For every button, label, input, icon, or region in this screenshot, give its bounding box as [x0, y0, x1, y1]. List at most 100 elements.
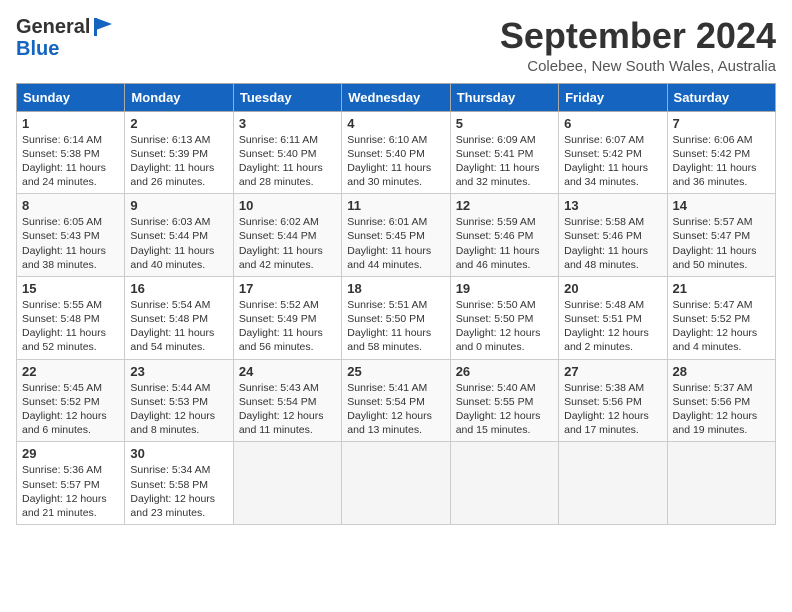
day-number: 8 — [22, 198, 119, 213]
day-number: 1 — [22, 116, 119, 131]
sunrise-line: Sunrise: 5:55 AM — [22, 298, 119, 312]
calendar-cell: 3Sunrise: 6:11 AMSunset: 5:40 PMDaylight… — [233, 111, 341, 194]
sunrise-line: Sunrise: 5:38 AM — [564, 381, 661, 395]
day-number: 29 — [22, 446, 119, 461]
sunset-line: Sunset: 5:39 PM — [130, 147, 227, 161]
week-row-1: 1Sunrise: 6:14 AMSunset: 5:38 PMDaylight… — [17, 111, 776, 194]
sunset-line: Sunset: 5:42 PM — [673, 147, 770, 161]
week-row-4: 22Sunrise: 5:45 AMSunset: 5:52 PMDayligh… — [17, 359, 776, 442]
sunrise-line: Sunrise: 6:09 AM — [456, 133, 553, 147]
sunset-line: Sunset: 5:55 PM — [456, 395, 553, 409]
col-header-friday: Friday — [559, 83, 667, 111]
day-number: 14 — [673, 198, 770, 213]
sunrise-line: Sunrise: 6:01 AM — [347, 215, 444, 229]
sunset-line: Sunset: 5:57 PM — [22, 478, 119, 492]
sunrise-line: Sunrise: 6:10 AM — [347, 133, 444, 147]
daylight-line: Daylight: 11 hours and 46 minutes. — [456, 244, 553, 272]
calendar-cell: 13Sunrise: 5:58 AMSunset: 5:46 PMDayligh… — [559, 194, 667, 277]
sunrise-line: Sunrise: 5:59 AM — [456, 215, 553, 229]
daylight-line: Daylight: 12 hours and 8 minutes. — [130, 409, 227, 437]
day-number: 26 — [456, 364, 553, 379]
sunrise-line: Sunrise: 5:57 AM — [673, 215, 770, 229]
day-number: 28 — [673, 364, 770, 379]
logo-flag-icon — [92, 16, 114, 38]
calendar-cell: 28Sunrise: 5:37 AMSunset: 5:56 PMDayligh… — [667, 359, 775, 442]
sunrise-line: Sunrise: 6:11 AM — [239, 133, 336, 147]
daylight-line: Daylight: 11 hours and 58 minutes. — [347, 326, 444, 354]
sunrise-line: Sunrise: 6:07 AM — [564, 133, 661, 147]
daylight-line: Daylight: 11 hours and 48 minutes. — [564, 244, 661, 272]
calendar-cell: 1Sunrise: 6:14 AMSunset: 5:38 PMDaylight… — [17, 111, 125, 194]
day-number: 30 — [130, 446, 227, 461]
calendar-cell — [233, 442, 341, 525]
sunset-line: Sunset: 5:54 PM — [239, 395, 336, 409]
calendar-cell: 21Sunrise: 5:47 AMSunset: 5:52 PMDayligh… — [667, 276, 775, 359]
title-area: September 2024 Colebee, New South Wales,… — [500, 16, 776, 75]
sunrise-line: Sunrise: 6:03 AM — [130, 215, 227, 229]
day-number: 23 — [130, 364, 227, 379]
calendar-cell: 24Sunrise: 5:43 AMSunset: 5:54 PMDayligh… — [233, 359, 341, 442]
day-number: 4 — [347, 116, 444, 131]
sunset-line: Sunset: 5:58 PM — [130, 478, 227, 492]
sunrise-line: Sunrise: 6:02 AM — [239, 215, 336, 229]
calendar-cell: 19Sunrise: 5:50 AMSunset: 5:50 PMDayligh… — [450, 276, 558, 359]
sunset-line: Sunset: 5:54 PM — [347, 395, 444, 409]
location-title: Colebee, New South Wales, Australia — [500, 58, 776, 75]
calendar-cell — [559, 442, 667, 525]
col-header-tuesday: Tuesday — [233, 83, 341, 111]
sunset-line: Sunset: 5:56 PM — [673, 395, 770, 409]
sunset-line: Sunset: 5:41 PM — [456, 147, 553, 161]
daylight-line: Daylight: 12 hours and 6 minutes. — [22, 409, 119, 437]
calendar-cell: 29Sunrise: 5:36 AMSunset: 5:57 PMDayligh… — [17, 442, 125, 525]
calendar-cell: 25Sunrise: 5:41 AMSunset: 5:54 PMDayligh… — [342, 359, 450, 442]
logo-general-text: General — [16, 17, 90, 37]
daylight-line: Daylight: 12 hours and 2 minutes. — [564, 326, 661, 354]
calendar-cell: 14Sunrise: 5:57 AMSunset: 5:47 PMDayligh… — [667, 194, 775, 277]
sunset-line: Sunset: 5:47 PM — [673, 229, 770, 243]
day-number: 12 — [456, 198, 553, 213]
daylight-line: Daylight: 12 hours and 23 minutes. — [130, 492, 227, 520]
calendar-cell: 27Sunrise: 5:38 AMSunset: 5:56 PMDayligh… — [559, 359, 667, 442]
sunset-line: Sunset: 5:46 PM — [456, 229, 553, 243]
daylight-line: Daylight: 11 hours and 56 minutes. — [239, 326, 336, 354]
daylight-line: Daylight: 12 hours and 0 minutes. — [456, 326, 553, 354]
day-number: 15 — [22, 281, 119, 296]
sunrise-line: Sunrise: 5:37 AM — [673, 381, 770, 395]
sunset-line: Sunset: 5:52 PM — [22, 395, 119, 409]
sunrise-line: Sunrise: 5:43 AM — [239, 381, 336, 395]
day-number: 25 — [347, 364, 444, 379]
day-number: 19 — [456, 281, 553, 296]
calendar-cell: 7Sunrise: 6:06 AMSunset: 5:42 PMDaylight… — [667, 111, 775, 194]
calendar-cell: 22Sunrise: 5:45 AMSunset: 5:52 PMDayligh… — [17, 359, 125, 442]
daylight-line: Daylight: 11 hours and 52 minutes. — [22, 326, 119, 354]
sunset-line: Sunset: 5:50 PM — [456, 312, 553, 326]
calendar-cell: 26Sunrise: 5:40 AMSunset: 5:55 PMDayligh… — [450, 359, 558, 442]
day-number: 11 — [347, 198, 444, 213]
sunset-line: Sunset: 5:50 PM — [347, 312, 444, 326]
sunset-line: Sunset: 5:52 PM — [673, 312, 770, 326]
calendar-cell: 16Sunrise: 5:54 AMSunset: 5:48 PMDayligh… — [125, 276, 233, 359]
calendar-cell: 11Sunrise: 6:01 AMSunset: 5:45 PMDayligh… — [342, 194, 450, 277]
sunrise-line: Sunrise: 5:40 AM — [456, 381, 553, 395]
col-header-wednesday: Wednesday — [342, 83, 450, 111]
sunrise-line: Sunrise: 5:52 AM — [239, 298, 336, 312]
sunrise-line: Sunrise: 5:51 AM — [347, 298, 444, 312]
sunrise-line: Sunrise: 5:48 AM — [564, 298, 661, 312]
daylight-line: Daylight: 11 hours and 44 minutes. — [347, 244, 444, 272]
day-number: 22 — [22, 364, 119, 379]
day-number: 5 — [456, 116, 553, 131]
daylight-line: Daylight: 11 hours and 40 minutes. — [130, 244, 227, 272]
day-number: 2 — [130, 116, 227, 131]
day-number: 6 — [564, 116, 661, 131]
sunrise-line: Sunrise: 5:36 AM — [22, 463, 119, 477]
sunset-line: Sunset: 5:48 PM — [22, 312, 119, 326]
sunset-line: Sunset: 5:51 PM — [564, 312, 661, 326]
col-header-sunday: Sunday — [17, 83, 125, 111]
sunrise-line: Sunrise: 5:54 AM — [130, 298, 227, 312]
sunset-line: Sunset: 5:56 PM — [564, 395, 661, 409]
calendar-cell — [667, 442, 775, 525]
day-number: 7 — [673, 116, 770, 131]
header: General Blue September 2024 Colebee, New… — [16, 16, 776, 75]
calendar-cell: 12 Sunrise: 5:59 AMSunset: 5:46 PMDayligh… — [450, 194, 558, 277]
sunset-line: Sunset: 5:44 PM — [239, 229, 336, 243]
